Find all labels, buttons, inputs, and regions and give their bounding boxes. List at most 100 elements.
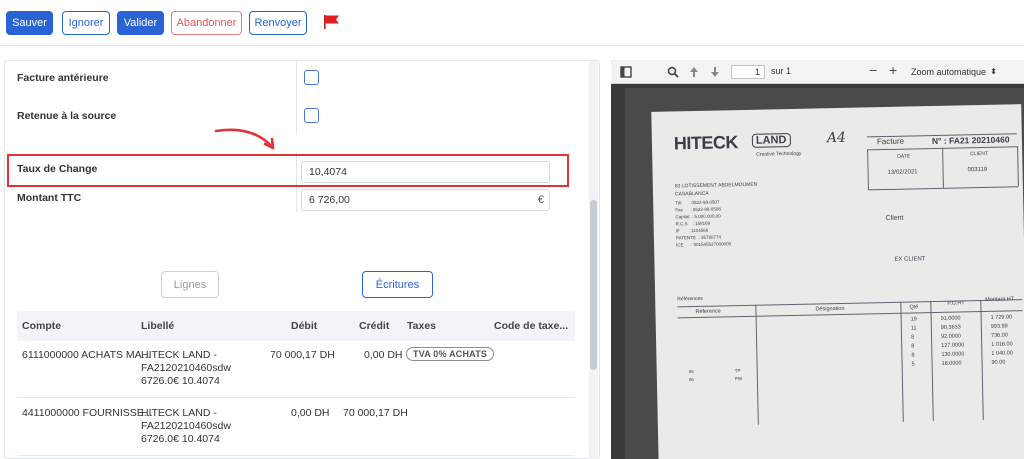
doc-amount: 736.00 — [990, 332, 1008, 339]
row-label-line2: FA2120210460sdw — [141, 420, 231, 432]
doc-col-amount: Montant HT — [985, 296, 1015, 303]
total-ttc-value: 6 726,00 — [309, 194, 350, 206]
ignore-button[interactable]: Ignorer — [62, 11, 110, 35]
doc-ice: ICE : 001545527000009 — [676, 241, 732, 248]
chevron-down-icon: ⬍ — [990, 67, 997, 76]
col-tax-code[interactable]: Code de taxe... — [494, 320, 568, 332]
tab-lines[interactable]: Lignes — [161, 271, 219, 298]
validate-button[interactable]: Valider — [117, 11, 164, 35]
doc-patente: PATENTE : 35780774 — [675, 234, 722, 241]
doc-client-label: CLIENT — [970, 150, 989, 158]
row-account: 6111000000 ACHATS MA... — [22, 349, 151, 361]
doc-unit-price: 130.0000 — [941, 351, 965, 358]
row-credit: 70 000,17 DH — [343, 407, 408, 419]
row-label-line2: FA2120210460sdw — [141, 362, 231, 374]
withholding-label: Retenue à la source — [17, 110, 117, 122]
zoom-in-icon[interactable]: + — [889, 63, 897, 77]
pdf-page: HITECK LAND Creative Technology A4 Factu… — [625, 88, 1024, 459]
arrow-annotation-icon — [214, 128, 275, 150]
doc-date-value: 13/02/2021 — [887, 169, 918, 176]
doc-rule — [677, 299, 1023, 308]
col-debit[interactable]: Débit — [291, 320, 317, 332]
previous-invoice-checkbox[interactable] — [304, 70, 319, 85]
doc-col-ref: Réference — [695, 308, 721, 316]
search-icon[interactable] — [667, 66, 679, 78]
zoom-out-icon[interactable]: − — [869, 63, 877, 77]
arrow-down-icon[interactable] — [710, 66, 720, 78]
doc-unit-price: 127.0000 — [941, 342, 965, 349]
total-ttc-input[interactable]: 6 726,00 € — [301, 189, 550, 211]
doc-rule — [755, 304, 759, 425]
row-credit: 0,00 DH — [364, 349, 403, 361]
doc-qty: 5 — [911, 361, 915, 368]
doc-city: CASABLANCA — [674, 190, 709, 198]
page-count: sur 1 — [771, 66, 792, 76]
row-divider — [17, 455, 575, 456]
doc-col-pu: P.U.HT — [947, 300, 965, 307]
doc-code: 06 — [688, 369, 694, 375]
doc-capital: Capital : 5.000.000,00 — [675, 213, 721, 220]
doc-qty: 8 — [911, 343, 915, 350]
exchange-rate-value: 10,4074 — [309, 166, 347, 178]
doc-unit-price: 91.0000 — [940, 315, 961, 322]
col-account[interactable]: Compte — [22, 320, 61, 332]
row-label-line3: 6726.0€ 10.4074 — [141, 375, 220, 387]
doc-rule — [1017, 146, 1019, 187]
flag-icon[interactable] — [323, 14, 341, 30]
doc-if: IF : 1104566 — [675, 227, 709, 234]
doc-code: 06 — [688, 377, 694, 383]
row-label-line3: 6726.0€ 10.4074 — [141, 433, 220, 445]
doc-date-label: DATE — [897, 153, 911, 160]
euro-icon: € — [537, 194, 544, 206]
doc-code: TP — [734, 368, 741, 374]
doc-rc: R.C.S : 158169 — [675, 220, 711, 227]
doc-rule — [867, 149, 869, 190]
col-label[interactable]: Libellé — [141, 320, 174, 332]
row-account: 4411000000 FOURNISSE... — [22, 407, 153, 419]
withholding-checkbox[interactable] — [304, 108, 319, 123]
form-scrollbar-thumb[interactable] — [590, 200, 597, 370]
exchange-rate-input[interactable]: 10,4074 — [301, 161, 550, 183]
doc-unit-price: 90.3633 — [940, 324, 961, 331]
doc-rule — [900, 301, 904, 422]
doc-references: Références — [677, 295, 703, 303]
zoom-select[interactable]: Zoom automatique ⬍ — [911, 65, 1003, 79]
doc-qty: 11 — [910, 325, 917, 332]
zoom-select-value: Zoom automatique — [911, 67, 987, 77]
doc-amount: 1 016.00 — [991, 341, 1013, 348]
doc-invoice-label: Facture — [876, 136, 905, 147]
col-taxes[interactable]: Taxes — [407, 320, 436, 332]
previous-invoice-label: Facture antérieure — [17, 72, 109, 84]
col-credit[interactable]: Crédit — [359, 320, 389, 332]
doc-amount: 993.99 — [990, 323, 1008, 330]
doc-client-value: 003119 — [967, 166, 988, 174]
row-label-line1: HITECK LAND - — [141, 349, 217, 361]
doc-rule — [942, 147, 944, 188]
tab-entries[interactable]: Écritures — [362, 271, 433, 298]
exchange-rate-label: Taux de Change — [17, 163, 98, 175]
action-toolbar: Sauver Ignorer Valider Abandonner Renvoy… — [0, 0, 1024, 46]
doc-tagline: Creative Technology — [756, 150, 802, 158]
pdf-viewer: 1 sur 1 − + Zoom automatique ⬍ HITECK LAN… — [611, 60, 1024, 459]
page-number-input[interactable]: 1 — [731, 65, 765, 79]
doc-address: 83 LOTISSEMENT ABDELMOUMEN — [674, 181, 758, 190]
abandon-button[interactable]: Abandonner — [171, 11, 242, 35]
save-button[interactable]: Sauver — [6, 11, 53, 35]
doc-rule — [677, 310, 1023, 319]
doc-client-text: Client — [885, 214, 904, 223]
doc-unit-price: 92.0000 — [940, 333, 961, 340]
doc-rule — [867, 186, 1018, 191]
resend-button[interactable]: Renvoyer — [249, 11, 307, 35]
row-divider — [17, 397, 575, 398]
doc-fax: Fax : 0522-98-0508 — [675, 206, 721, 213]
doc-qty: 19 — [910, 316, 917, 323]
sidebar-toggle-icon[interactable] — [620, 66, 632, 78]
invoice-scan: HITECK LAND Creative Technology A4 Factu… — [651, 104, 1024, 459]
tax-badge: TVA 0% ACHATS — [406, 347, 495, 361]
doc-unit-price: 18.0000 — [941, 360, 962, 367]
doc-amount: 90.00 — [991, 359, 1006, 366]
row-debit: 0,00 DH — [291, 407, 330, 419]
row-label-line1: HITECK LAND - — [141, 407, 217, 419]
arrow-up-icon[interactable] — [689, 66, 699, 78]
doc-col-qty: Qté — [909, 304, 919, 311]
